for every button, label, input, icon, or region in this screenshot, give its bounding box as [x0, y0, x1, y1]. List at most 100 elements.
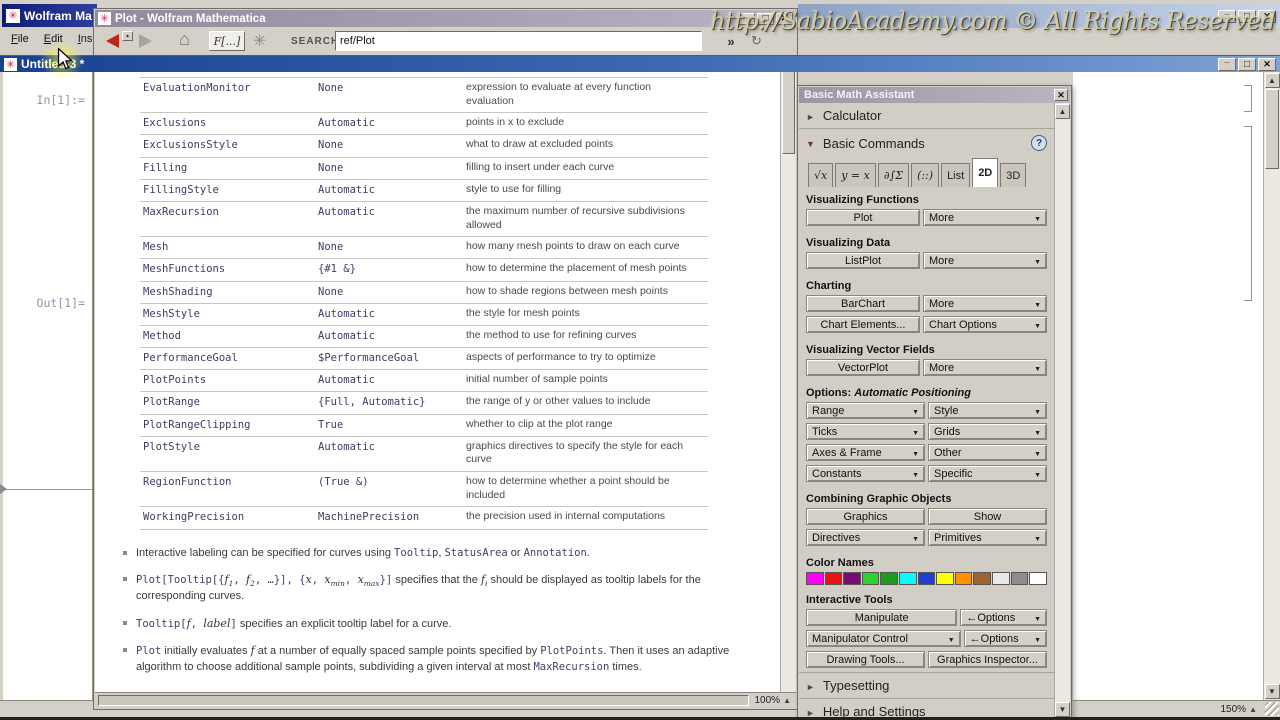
primitives-dropdown[interactable]: Primitives — [928, 529, 1047, 546]
scrollbar-thumb[interactable] — [782, 59, 795, 154]
option-dropdown-style[interactable]: Style — [928, 402, 1047, 419]
scroll-down-icon[interactable] — [1264, 684, 1280, 699]
search-input[interactable] — [335, 31, 702, 51]
notebook-left-area[interactable]: In[1]:= Out[1]= — [0, 72, 93, 700]
maximize-icon[interactable] — [1238, 57, 1256, 71]
refresh-icon[interactable] — [751, 33, 762, 49]
spikey-outline-icon[interactable] — [253, 31, 266, 51]
option-default-value: Automatic — [318, 205, 375, 218]
option-dropdown-ticks[interactable]: Ticks — [806, 423, 925, 440]
cell-bracket[interactable] — [1244, 85, 1252, 112]
resize-grip[interactable] — [1265, 702, 1279, 716]
minimize-icon[interactable] — [738, 9, 755, 25]
more-dropdown-data[interactable]: More — [923, 252, 1047, 269]
chart-elements-button[interactable]: Chart Elements... — [806, 316, 920, 333]
palette-scrollbar[interactable] — [1054, 103, 1070, 718]
close-icon[interactable] — [1258, 57, 1276, 71]
notebook-title-bar[interactable]: Untitled-3 * — [0, 54, 1280, 72]
palette-tab-3d[interactable]: 3D — [1000, 163, 1027, 187]
palette-tab-item[interactable]: (::) — [911, 163, 940, 187]
color-swatch-7[interactable] — [936, 572, 954, 585]
barchart-button[interactable]: BarChart — [806, 295, 920, 312]
section-help-and-settings[interactable]: Help and Settings — [806, 699, 1047, 718]
toolbar-overflow-button[interactable]: » — [720, 32, 742, 50]
cell-bracket[interactable] — [1244, 126, 1252, 301]
show-button[interactable]: Show — [928, 508, 1047, 525]
history-dropdown-icon[interactable] — [122, 31, 133, 41]
minimize-icon[interactable] — [1218, 6, 1236, 23]
help-button[interactable]: ? — [1031, 135, 1047, 151]
option-dropdown-axes-frame[interactable]: Axes & Frame — [806, 444, 925, 461]
doc-zoom-level[interactable]: 100% — [755, 695, 781, 706]
maximize-icon[interactable] — [757, 12, 774, 25]
color-swatch-1[interactable] — [824, 572, 843, 585]
section-header-interactive-tools: Interactive Tools — [806, 594, 893, 606]
scroll-down-icon[interactable] — [1055, 702, 1070, 717]
section-calculator[interactable]: Calculator — [806, 103, 1047, 128]
doc-window-title-bar[interactable]: Plot - Wolfram Mathematica — [95, 9, 796, 27]
color-swatch-9[interactable] — [973, 572, 992, 585]
scroll-up-icon[interactable] — [1055, 104, 1070, 119]
drawing-tools-button[interactable]: Drawing Tools... — [806, 651, 925, 668]
option-dropdown-grids[interactable]: Grids — [928, 423, 1047, 440]
directives-dropdown[interactable]: Directives — [806, 529, 925, 546]
plot-button[interactable]: Plot — [806, 209, 920, 226]
color-swatch-8[interactable] — [954, 572, 973, 585]
color-swatch-6[interactable] — [917, 572, 936, 585]
more-dropdown-charting[interactable]: More — [923, 295, 1047, 312]
palette-tab-y-x[interactable]: y = x — [835, 163, 876, 187]
color-swatch-5[interactable] — [899, 572, 917, 585]
chart-options-dropdown[interactable]: Chart Options — [923, 316, 1047, 333]
color-swatch-3[interactable] — [861, 572, 880, 585]
zoom-menu-icon[interactable] — [1249, 705, 1257, 714]
palette-tab-list[interactable]: List — [941, 163, 971, 187]
manipulator-control-dropdown[interactable]: Manipulator Control — [806, 630, 961, 647]
scrollbar-thumb[interactable] — [1265, 89, 1279, 169]
vectorplot-button[interactable]: VectorPlot — [806, 359, 920, 376]
color-swatch-11[interactable] — [1010, 572, 1029, 585]
zoom-menu-icon[interactable] — [783, 696, 791, 705]
menu-file[interactable]: File — [11, 33, 29, 45]
option-dropdown-range[interactable]: Range — [806, 402, 925, 419]
section-typesetting[interactable]: Typesetting — [806, 673, 1047, 698]
option-dropdown-constants[interactable]: Constants — [806, 465, 925, 482]
section-basic-commands[interactable]: Basic Commands ? — [806, 129, 1047, 157]
dropdown-label: Ticks — [812, 425, 838, 438]
color-swatch-2[interactable] — [843, 572, 861, 585]
menu-edit[interactable]: Edit — [44, 33, 63, 45]
cell-insert-line[interactable] — [3, 489, 92, 490]
listplot-button[interactable]: ListPlot — [806, 252, 920, 269]
minimize-icon[interactable] — [1218, 54, 1236, 71]
more-dropdown-functions[interactable]: More — [923, 209, 1047, 226]
color-swatch-0[interactable] — [806, 572, 824, 585]
palette-title-bar[interactable]: Basic Math Assistant — [799, 87, 1070, 103]
notebook-right-area[interactable] — [1073, 72, 1280, 700]
section-header-color-names: Color Names — [806, 557, 874, 569]
graphics-inspector-button[interactable]: Graphics Inspector... — [928, 651, 1047, 668]
maximize-icon[interactable] — [1238, 9, 1256, 23]
function-browser-button[interactable]: F[...] — [209, 31, 245, 51]
notebook-zoom-level[interactable]: 150% — [1221, 704, 1247, 715]
home-icon[interactable] — [179, 29, 190, 50]
color-swatch-4[interactable] — [880, 572, 899, 585]
forward-icon[interactable] — [139, 34, 152, 48]
close-icon[interactable] — [1258, 9, 1276, 23]
palette-tab-x[interactable]: √x — [808, 163, 834, 187]
palette-tab-item[interactable]: ∂∫Σ — [877, 163, 910, 187]
close-icon[interactable] — [1054, 89, 1068, 101]
option-dropdown-specific[interactable]: Specific — [928, 465, 1047, 482]
color-swatch-12[interactable] — [1029, 572, 1047, 585]
manipulate-button[interactable]: Manipulate — [806, 609, 958, 626]
graphics-button[interactable]: Graphics — [806, 508, 925, 525]
notebook-scrollbar[interactable] — [1263, 72, 1280, 700]
manipulate-options-dropdown[interactable]: ←Options — [960, 609, 1047, 626]
scroll-up-icon[interactable] — [1264, 73, 1280, 88]
close-icon[interactable] — [776, 12, 793, 25]
palette-tab-2d[interactable]: 2D — [972, 158, 999, 187]
more-dropdown-vector-fields[interactable]: More — [923, 359, 1047, 376]
color-swatch-10[interactable] — [992, 572, 1010, 585]
back-icon[interactable] — [106, 34, 119, 48]
manipulator-options-dropdown[interactable]: ←Options — [963, 630, 1047, 647]
option-dropdown-other[interactable]: Other — [928, 444, 1047, 461]
doc-scrollbar[interactable] — [780, 56, 796, 692]
